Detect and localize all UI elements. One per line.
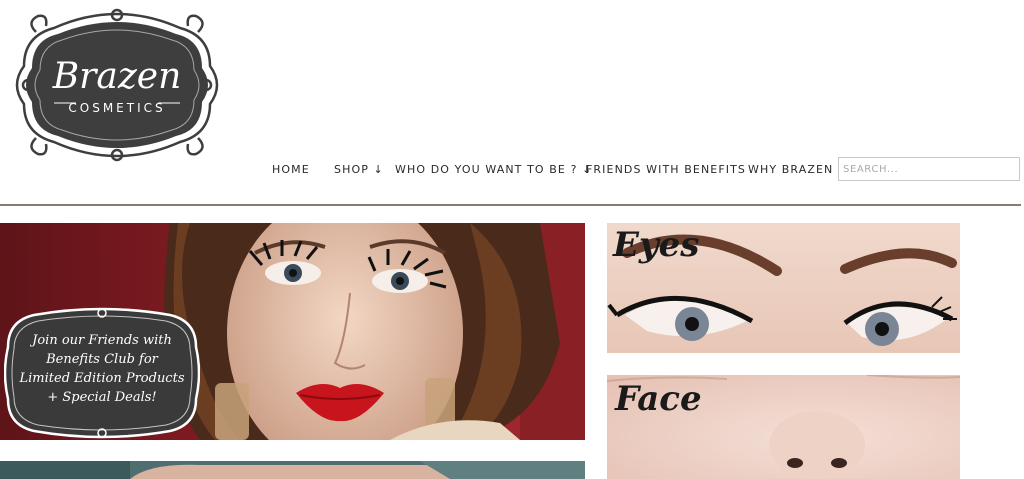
promo-line: + Special Deals! (47, 390, 157, 405)
tile-title-eyes: Eyes (613, 225, 700, 265)
second-banner[interactable] (0, 461, 585, 479)
nav-item-who-do-you-want-to-be[interactable]: WHO DO YOU WANT TO BE ? ↓ (395, 163, 592, 176)
promo-line: Benefits Club for (46, 352, 158, 367)
nav-item-friends-with-benefits[interactable]: FRIENDS WITH BENEFITS (586, 163, 746, 176)
hero-banner[interactable]: Join our Friends with Benefits Club for … (0, 223, 585, 440)
logo-brand-text: Brazen (52, 56, 182, 97)
category-tile-eyes[interactable]: Eyes (607, 223, 960, 353)
nav-item-home[interactable]: HOME (272, 163, 310, 176)
search-input[interactable] (838, 157, 1020, 181)
nav-item-why-brazen[interactable]: WHY BRAZEN (748, 163, 833, 176)
category-tile-face[interactable]: Face (607, 375, 960, 479)
promo-line: Limited Edition Products (19, 371, 185, 386)
header-divider (0, 204, 1021, 206)
promo-line: Join our Friends with (32, 333, 172, 348)
tile-title-face: Face (615, 379, 702, 419)
promo-text: Join our Friends with Benefits Club for … (4, 331, 200, 407)
logo-sub-text: COSMETICS (68, 101, 165, 115)
second-banner-image (0, 461, 585, 479)
promo-badge[interactable]: Join our Friends with Benefits Club for … (4, 307, 200, 439)
nav-item-shop[interactable]: SHOP ↓ (334, 163, 384, 176)
logo-plaque: Brazen COSMETICS (15, 8, 219, 162)
brand-logo[interactable]: Brazen COSMETICS (14, 6, 220, 164)
